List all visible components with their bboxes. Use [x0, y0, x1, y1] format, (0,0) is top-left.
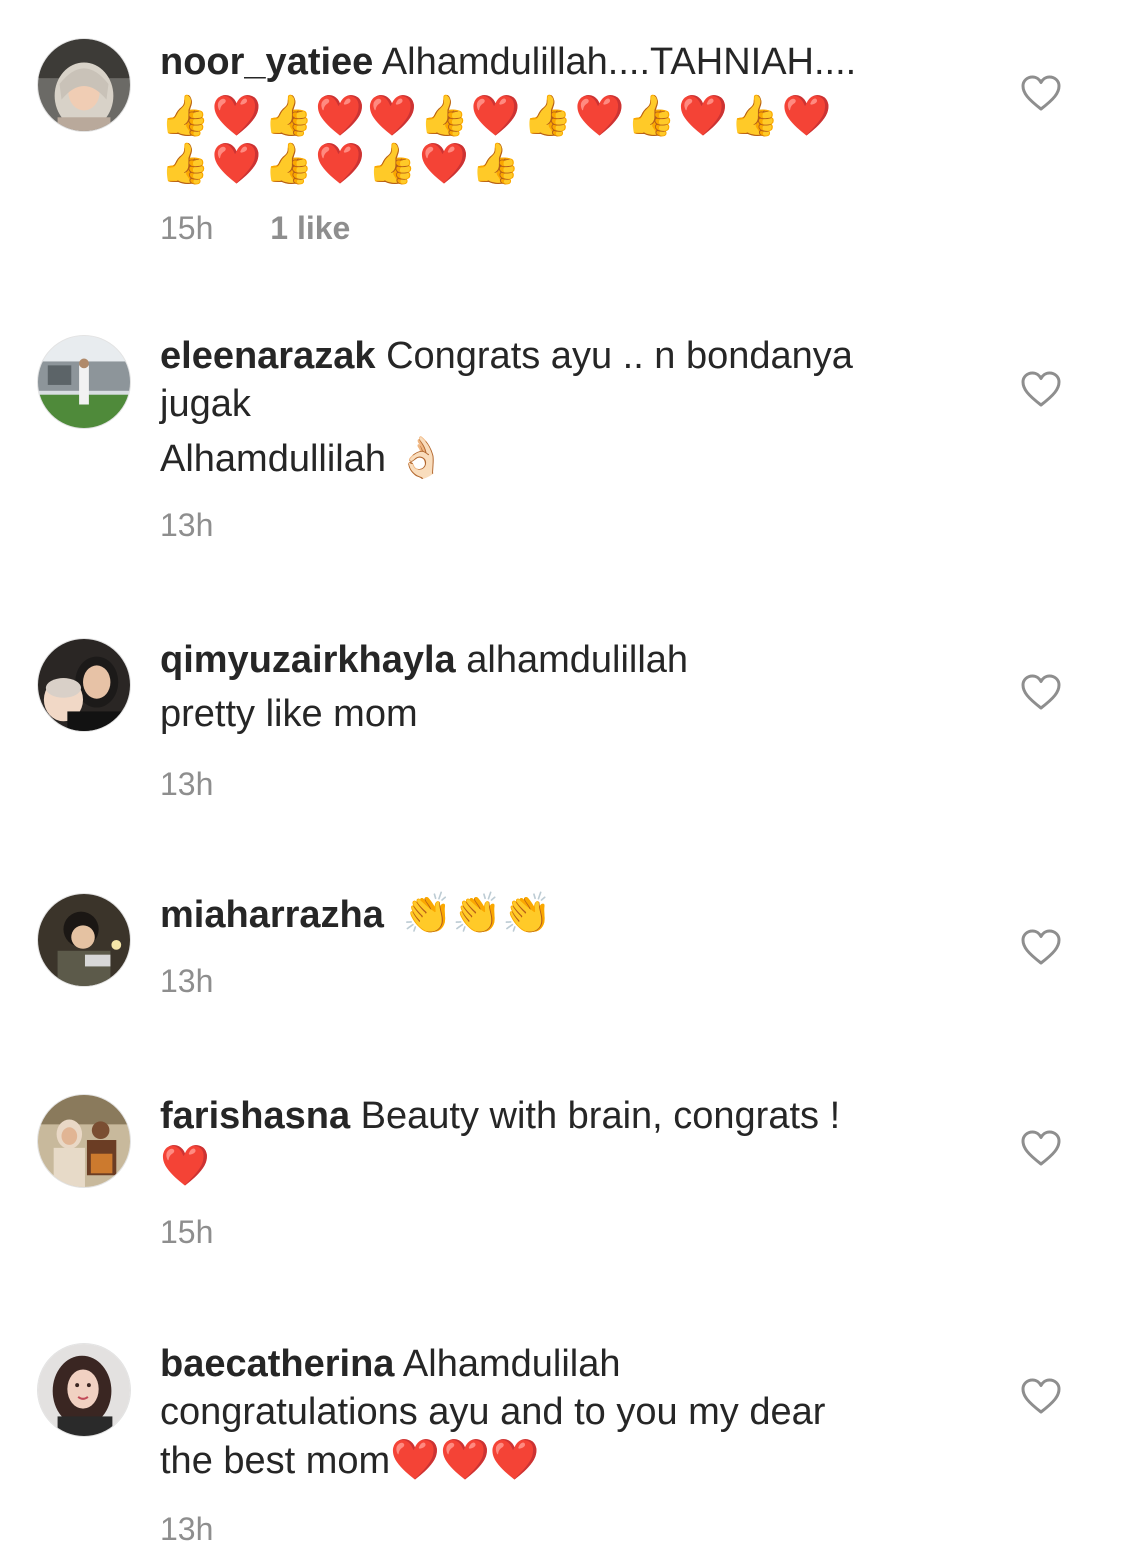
comment-time: 15h — [160, 1214, 214, 1250]
like-button[interactable] — [1020, 370, 1062, 408]
heart-outline-icon — [1021, 371, 1061, 407]
avatar[interactable] — [37, 38, 131, 132]
comment-message-line: congratulations ayu and to you my dear — [160, 1391, 826, 1433]
comment-text: qimyuzairkhayla alhamdulillah — [160, 636, 960, 684]
comment-text: eleenarazak Congrats ayu .. n bondanya — [160, 332, 960, 380]
comment-text: miaharrazha 👏👏👏 — [160, 890, 960, 939]
avatar[interactable] — [37, 1343, 131, 1437]
avatar[interactable] — [37, 1094, 131, 1188]
comment-username[interactable]: qimyuzairkhayla — [160, 639, 456, 681]
avatar[interactable] — [37, 893, 131, 987]
comment-time: 13h — [160, 963, 214, 999]
like-button[interactable] — [1020, 1129, 1062, 1167]
comment-time: 13h — [160, 507, 214, 543]
comment-text: noor_yatiee Alhamdulillah....TAHNIAH.... — [160, 38, 960, 86]
comment-meta: 15h — [160, 1212, 960, 1252]
comment-emoji: 👌🏻 — [396, 435, 447, 481]
avatar[interactable] — [37, 335, 131, 429]
comment-username[interactable]: miaharrazha — [160, 894, 384, 936]
comment-message-row: the best mom❤️❤️❤️ — [160, 1436, 960, 1485]
comment-username[interactable]: baecatherina — [160, 1343, 394, 1385]
heart-outline-icon — [1021, 929, 1061, 965]
comment-meta: 13h — [160, 764, 960, 804]
comment-emoji: ❤️ — [160, 1143, 210, 1189]
comment-emoji: 👏👏👏 — [402, 891, 552, 937]
avatar[interactable] — [37, 638, 131, 732]
comment-username[interactable]: noor_yatiee — [160, 41, 373, 83]
comment-text: farishasna Beauty with brain, congrats ! — [160, 1092, 960, 1140]
comment-username[interactable]: farishasna — [160, 1095, 350, 1137]
comment-time: 15h — [160, 210, 214, 246]
comment-message: alhamdulillah — [466, 639, 689, 681]
like-button[interactable] — [1020, 673, 1062, 711]
comment-username[interactable]: eleenarazak — [160, 335, 376, 377]
comment-meta: 13h — [160, 505, 960, 545]
comment-time: 13h — [160, 1511, 214, 1547]
comment-text: baecatherina Alhamdulilah — [160, 1340, 960, 1388]
comment-emoji: ❤️❤️❤️ — [390, 1437, 540, 1483]
comment-message: Beauty with brain, congrats ! — [360, 1095, 841, 1137]
comment-message-line: jugak — [160, 383, 251, 425]
heart-outline-icon — [1021, 1130, 1061, 1166]
comment-message-line: the best mom — [160, 1440, 391, 1482]
heart-outline-icon — [1021, 674, 1061, 710]
comment-message: Alhamdulillah....TAHNIAH.... — [381, 41, 857, 83]
comment-message: Alhamdulilah — [402, 1343, 621, 1385]
comment-message: Congrats ayu .. n bondanya — [386, 335, 853, 377]
comment-emoji-line: 👍❤️👍❤️❤️👍❤️👍❤️👍❤️👍❤️ — [160, 93, 834, 139]
comment-message-row: Alhamdullilah 👌🏻 — [160, 434, 960, 483]
like-button[interactable] — [1020, 1377, 1062, 1415]
heart-outline-icon — [1021, 1378, 1061, 1414]
comment-message-line: Alhamdullilah — [160, 438, 387, 480]
comment-meta: 13h — [160, 1509, 960, 1549]
heart-outline-icon — [1021, 75, 1061, 111]
comment-emoji-line: 👍❤️👍❤️👍❤️👍 — [160, 141, 523, 187]
like-button[interactable] — [1020, 74, 1062, 112]
comment-time: 13h — [160, 766, 214, 802]
comment-meta: 15h 1 like — [160, 208, 960, 248]
comment-message-line: pretty like mom — [160, 693, 418, 735]
like-button[interactable] — [1020, 928, 1062, 966]
comment-likes[interactable]: 1 like — [270, 210, 350, 246]
comment-meta: 13h — [160, 961, 960, 1001]
